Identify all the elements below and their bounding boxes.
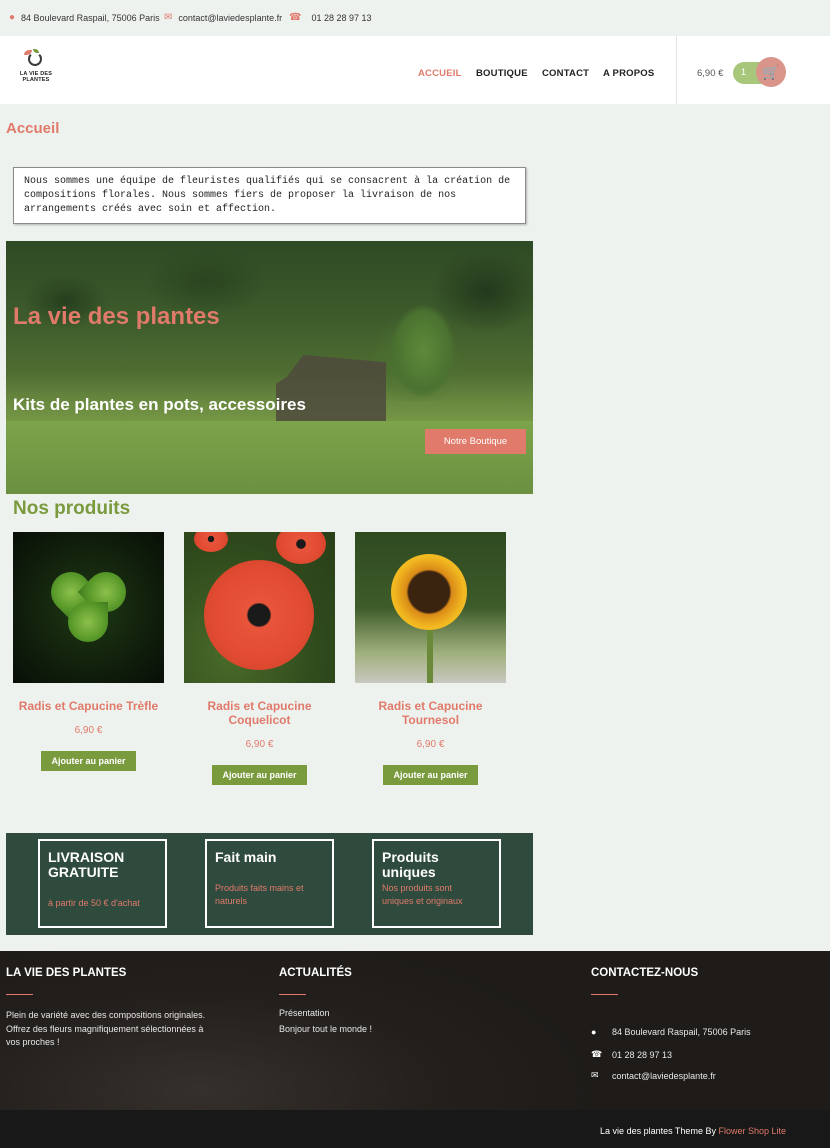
footer-link-presentation[interactable]: Présentation xyxy=(279,1008,479,1018)
product-name[interactable]: Radis et Capucine Coquelicot xyxy=(184,699,335,727)
nav-a-propos[interactable]: A PROPOS xyxy=(603,68,654,79)
feature-title: Produits uniques xyxy=(382,849,439,880)
product-name[interactable]: Radis et Capucine Trèfle xyxy=(13,699,164,713)
product-image-poppy[interactable] xyxy=(184,532,335,683)
footer-about-title: LA VIE DES PLANTES xyxy=(6,967,127,979)
product-card: Radis et Capucine Coquelicot 6,90 € Ajou… xyxy=(184,532,335,785)
map-pin-icon: ● xyxy=(591,1027,597,1037)
footer-contact-title: CONTACTEZ-NOUS xyxy=(591,967,699,979)
cart-total[interactable]: 6,90 € xyxy=(697,68,723,79)
credit-text: La vie des plantes Theme By xyxy=(600,1126,719,1136)
product-card: Radis et Capucine Tournesol 6,90 € Ajout… xyxy=(355,532,506,785)
envelope-icon: ✉ xyxy=(591,1070,599,1080)
topbar-address: ● 84 Boulevard Raspail, 75006 Paris xyxy=(9,12,160,23)
footer-news: ACTUALITÉS Présentation Bonjour tout le … xyxy=(279,967,479,1034)
product-price: 6,90 € xyxy=(416,739,445,750)
feature-title: LIVRAISON GRATUITE xyxy=(48,849,125,880)
logo-text-line2: PLANTES xyxy=(22,77,50,83)
add-to-cart-button[interactable]: Ajouter au panier xyxy=(41,751,136,771)
clover-leaf-icon xyxy=(68,602,108,642)
poppy-flower-icon xyxy=(276,532,326,564)
product-card: Radis et Capucine Trèfle 6,90 € Ajouter … xyxy=(13,532,164,771)
footer-about: LA VIE DES PLANTES Plein de variété avec… xyxy=(6,967,216,1050)
page-title: Accueil xyxy=(6,120,60,137)
footer-news-title: ACTUALITÉS xyxy=(279,967,352,979)
sunflower-stem-icon xyxy=(427,627,433,683)
footer-phone[interactable]: ☎ 01 28 28 97 13 xyxy=(591,1049,672,1060)
nav-accueil[interactable]: ACCUEIL xyxy=(418,68,462,79)
products-title: Nos produits xyxy=(13,498,131,519)
add-to-cart-button[interactable]: Ajouter au panier xyxy=(212,765,307,785)
feature-box: LIVRAISON GRATUITE à partir de 50 € d'ac… xyxy=(38,839,167,928)
topbar-email[interactable]: ✉ contact@laviedesplante.fr xyxy=(164,12,282,23)
feature-box: Fait main Produits faits mains et nature… xyxy=(205,839,334,928)
footer-contact: CONTACTEZ-NOUS ● 84 Boulevard Raspail, 7… xyxy=(591,967,811,1087)
nav-contact[interactable]: CONTACT xyxy=(542,68,589,79)
feature-box: Produits uniques Nos produits sont uniqu… xyxy=(372,839,501,928)
footer-bottom-bar: La vie des plantes Theme By Flower Shop … xyxy=(0,1110,830,1148)
site-logo[interactable]: LA VIE DES PLANTES xyxy=(16,49,56,90)
add-to-cart-button[interactable]: Ajouter au panier xyxy=(383,765,478,785)
product-price: 6,90 € xyxy=(74,725,103,736)
footer-news-links: Présentation Bonjour tout le monde ! xyxy=(279,1008,479,1034)
logo-mark-icon xyxy=(28,52,42,66)
shop-button[interactable]: Notre Boutique xyxy=(425,429,526,454)
site-footer: LA VIE DES PLANTES Plein de variété avec… xyxy=(0,951,830,1110)
topbar-phone[interactable]: ☎ 01 28 28 97 13 xyxy=(289,12,372,23)
top-info-bar: ● 84 Boulevard Raspail, 75006 Paris ✉ co… xyxy=(0,0,830,36)
footer-about-text: Plein de variété avec des compositions o… xyxy=(6,1010,206,1047)
footer-divider xyxy=(6,994,33,995)
site-header: LA VIE DES PLANTES ACCUEIL BOUTIQUE CONT… xyxy=(0,36,830,104)
sunflower-icon xyxy=(391,554,467,630)
envelope-icon: ✉ xyxy=(164,12,173,23)
product-name[interactable]: Radis et Capucine Tournesol xyxy=(355,699,506,727)
theme-credit: La vie des plantes Theme By Flower Shop … xyxy=(600,1126,786,1136)
hero-banner: La vie des plantes Kits de plantes en po… xyxy=(6,241,533,494)
header-divider xyxy=(676,36,677,104)
feature-desc: à partir de 50 € d'achat xyxy=(48,898,140,908)
intro-text: Nous sommes une équipe de fleuristes qua… xyxy=(13,167,526,224)
phone-icon: ☎ xyxy=(591,1049,603,1059)
hero-subtitle: Kits de plantes en pots, accessoires xyxy=(13,395,306,414)
footer-address: ● 84 Boulevard Raspail, 75006 Paris xyxy=(591,1027,751,1037)
credit-link[interactable]: Flower Shop Lite xyxy=(718,1126,786,1136)
feature-desc: Produits faits mains et naturels xyxy=(215,883,304,906)
cart-count: 1 xyxy=(741,67,747,77)
feature-title: Fait main xyxy=(215,849,277,865)
footer-link-bonjour[interactable]: Bonjour tout le monde ! xyxy=(279,1024,479,1034)
poppy-flower-icon xyxy=(194,532,228,552)
poppy-flower-icon xyxy=(204,560,314,670)
shopping-cart-icon[interactable]: 🛒 xyxy=(756,57,786,87)
map-pin-icon: ● xyxy=(9,12,16,23)
phone-icon: ☎ xyxy=(289,12,302,23)
footer-email[interactable]: ✉ contact@laviedesplante.fr xyxy=(591,1070,716,1081)
hero-title: La vie des plantes xyxy=(13,303,220,330)
logo-text: LA VIE DES PLANTES xyxy=(16,71,56,83)
features-band: LIVRAISON GRATUITE à partir de 50 € d'ac… xyxy=(6,833,533,935)
nav-boutique[interactable]: BOUTIQUE xyxy=(476,68,528,79)
footer-divider xyxy=(591,994,618,995)
product-image-clover[interactable] xyxy=(13,532,164,683)
hero-tree-image xyxy=(378,281,468,421)
product-image-sunflower[interactable] xyxy=(355,532,506,683)
feature-desc: Nos produits sont uniques et originaux xyxy=(382,883,463,906)
footer-divider xyxy=(279,994,306,995)
product-price: 6,90 € xyxy=(245,739,274,750)
